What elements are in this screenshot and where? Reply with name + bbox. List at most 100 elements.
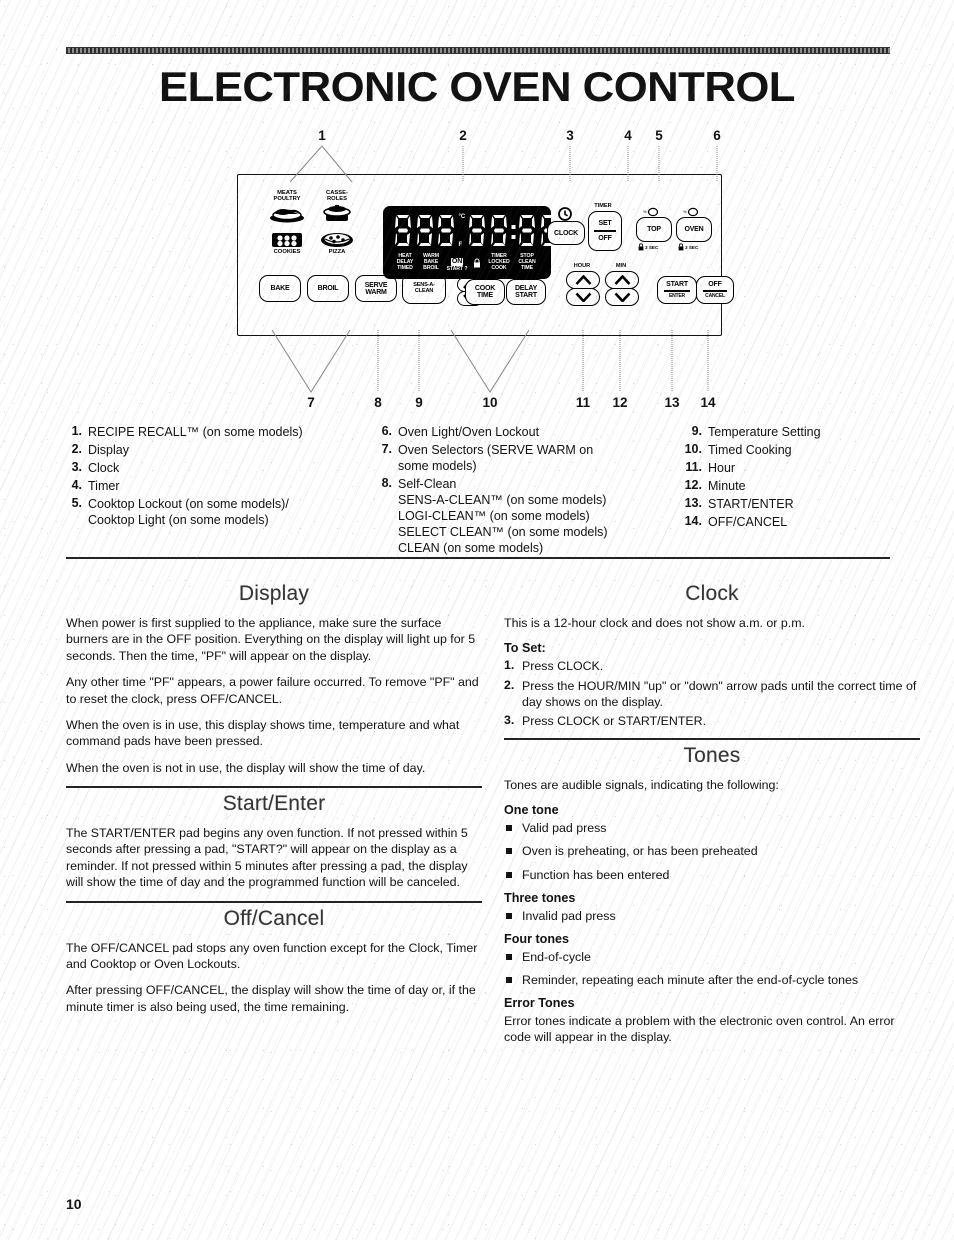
legend: 1. RECIPE RECALL™ (on some models) 2. Displ…: [66, 424, 890, 555]
legend-item-text: OFF/CANCEL: [708, 515, 788, 529]
tone-bullet-text: Valid pad press: [522, 821, 607, 836]
display-paragraph-1: When power is first supplied to the appl…: [66, 616, 476, 663]
legend-item-number: 11.: [685, 460, 702, 474]
off-cancel-paragraph-1: The OFF/CANCEL pad stops any oven functi…: [66, 940, 478, 971]
tone-bullet: End-of-cycle: [504, 949, 920, 965]
tone-bullet-text: Reminder, repeating each minute after th…: [522, 972, 859, 987]
legend-item: 5. Cooktop Lockout (on some models)/Cookt…: [66, 496, 366, 528]
legend-item-number: 10.: [684, 442, 702, 456]
display-paragraph-2: Any other time "PF" appears, a power fai…: [66, 675, 479, 706]
display-paragraph-3: When the oven is in use, this display sh…: [66, 717, 460, 749]
section-divider: [66, 786, 482, 788]
section-divider: [504, 737, 920, 740]
bullet-square-icon: [506, 953, 512, 960]
legend-item: 13. START/ENTER: [680, 496, 890, 512]
clock-step-number: 2.: [504, 677, 515, 692]
legend-item-subline: Cooktop Light (on some models): [88, 513, 269, 527]
legend-item-number: 12.: [684, 478, 702, 492]
clock-step: 2. Press the HOUR/MIN "up" or "down" arro…: [504, 678, 920, 710]
legend-item-number: 2.: [71, 442, 82, 456]
clock-step-number: 1.: [504, 658, 515, 673]
section-heading-start-enter: Start/Enter: [222, 792, 326, 815]
legend-item-text: Self-Clean SENS-A-CLEAN™ (on some models)…: [398, 477, 608, 555]
bullet-square-icon: [506, 976, 512, 983]
tone-bullet-text: End-of-cycle: [522, 949, 591, 964]
tone-bullet: Function has been entered: [504, 867, 920, 883]
clock-step-text: Press the HOUR/MIN "up" or "down" arrow …: [522, 678, 917, 709]
tone-bullet-text: Oven is preheating, or has been preheate…: [522, 844, 758, 859]
legend-item-text: Oven Light/Oven Lockout: [398, 425, 540, 439]
legend-item-text: Oven Selectors (SERVE WARM on some models…: [398, 443, 594, 473]
legend-item: 12. Minute: [680, 478, 890, 494]
clock-step-number: 3.: [504, 712, 515, 727]
clock-paragraph-1: This is a 12-hour clock and does not sho…: [504, 616, 805, 630]
tone-group-label: One tone: [504, 803, 559, 818]
legend-item-number: 6.: [381, 424, 392, 438]
legend-item-text: Cooktop Lockout (on some models)/Cooktop…: [88, 497, 289, 527]
legend-item-subline: SELECT CLEAN™ (on some models): [398, 525, 608, 539]
legend-item-number: 1.: [71, 424, 82, 438]
legend-item-text: Timer: [88, 479, 120, 493]
section-heading-tones: Tones: [683, 743, 741, 767]
legend-column-2: 6. Oven Light/Oven Lockout 7. Oven Selector…: [376, 424, 666, 558]
legend-item: 14. OFF/CANCEL: [680, 514, 890, 530]
legend-item-subline: LOGI-CLEAN™ (on some models): [398, 509, 590, 523]
tone-bullet: Reminder, repeating each minute after th…: [504, 972, 920, 988]
legend-item-text: RECIPE RECALL™ (on some models): [88, 425, 303, 439]
start-enter-paragraph-1: The START/ENTER pad begins any oven func…: [66, 826, 468, 890]
legend-item: 3. Clock: [66, 460, 366, 476]
tone-bullet: Invalid pad press: [504, 908, 920, 924]
legend-item-text: START/ENTER: [708, 497, 794, 511]
legend-item: 8. Self-Clean SENS-A-CLEAN™ (on some model…: [376, 476, 666, 556]
error-tones-label: Error Tones: [504, 996, 575, 1010]
legend-item-number: 7.: [381, 442, 392, 456]
section-heading-display: Display: [238, 582, 310, 605]
tone-bullet-text: Invalid pad press: [522, 908, 616, 923]
legend-item-number: 9.: [691, 424, 702, 438]
clock-to-set-label: To Set:: [504, 641, 546, 656]
legend-divider: [66, 557, 890, 559]
bullet-square-icon: [506, 912, 512, 919]
legend-column-3: 9. Temperature Setting 10. Timed Cooking 11.…: [680, 424, 890, 532]
legend-item: 1. RECIPE RECALL™ (on some models): [66, 424, 366, 440]
section-heading-clock: Clock: [685, 582, 739, 605]
legend-item-text: Hour: [708, 461, 736, 475]
legend-item-text: Display: [88, 443, 129, 457]
tone-groups: One tone Valid pad press Oven is preheatin…: [504, 803, 920, 988]
legend-item-number: 14.: [684, 514, 702, 528]
clock-step: 1. Press CLOCK.: [504, 658, 920, 674]
tone-bullet: Valid pad press: [504, 820, 920, 836]
clock-step: 3. Press CLOCK or START/ENTER.: [504, 713, 920, 729]
right-text-column: Clock This is a 12-hour clock and does n…: [504, 578, 920, 1056]
legend-item-subline: some models): [398, 459, 477, 473]
legend-item: 2. Display: [66, 442, 366, 458]
legend-item-text: Temperature Setting: [708, 425, 821, 439]
leader-lines: [271, 145, 718, 393]
legend-item: 4. Timer: [66, 478, 366, 494]
bullet-square-icon: [506, 848, 512, 855]
page-number: 10: [66, 1196, 82, 1212]
tone-bullet: Oven is preheating, or has been preheate…: [504, 843, 920, 859]
legend-item-subline: CLEAN (on some models): [398, 541, 544, 555]
tone-group-label: Three tones: [504, 890, 576, 905]
section-heading-off-cancel: Off/Cancel: [223, 906, 325, 930]
bullet-square-icon: [506, 871, 512, 878]
legend-item-text: Clock: [88, 461, 120, 475]
bullet-square-icon: [506, 825, 512, 832]
legend-item-subline: SENS-A-CLEAN™ (on some models): [398, 493, 607, 507]
tone-bullet-text: Function has been entered: [522, 867, 670, 882]
tone-group-label: Four tones: [504, 931, 570, 946]
legend-item-number: 8.: [381, 476, 392, 490]
legend-item-text: Timed Cooking: [708, 443, 792, 457]
legend-item: 10. Timed Cooking: [680, 442, 890, 458]
legend-item-number: 3.: [71, 460, 82, 474]
legend-column-1: 1. RECIPE RECALL™ (on some models) 2. Displ…: [66, 424, 366, 530]
off-cancel-paragraph-2: After pressing OFF/CANCEL, the display w…: [66, 983, 476, 1014]
display-paragraph-4: When the oven is not in use, the display…: [66, 760, 426, 775]
section-divider: [66, 900, 482, 903]
clock-steps-list: 1. Press CLOCK. 2. Press the HOUR/MIN "up" …: [504, 658, 920, 729]
legend-item-number: 4.: [71, 478, 82, 492]
legend-item-number: 13.: [684, 496, 702, 510]
legend-item: 6. Oven Light/Oven Lockout: [376, 424, 666, 440]
legend-item-text: Minute: [708, 479, 746, 493]
